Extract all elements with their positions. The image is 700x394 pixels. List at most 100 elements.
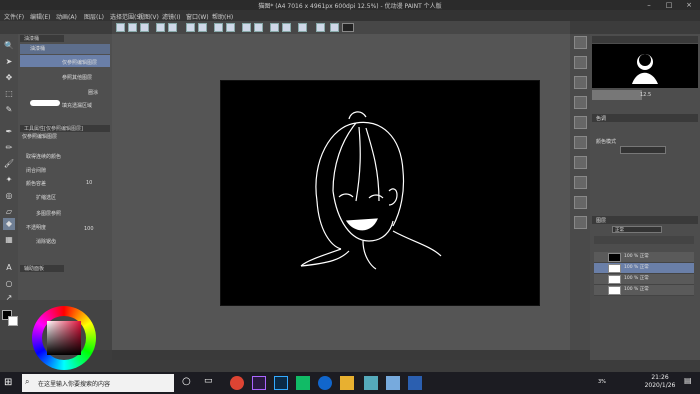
subtool-item-label[interactable]: 参照其他图层 [62, 74, 92, 81]
clip-paint-icon[interactable] [386, 376, 400, 390]
minimize-button[interactable]: – [640, 0, 658, 10]
menu-edit[interactable]: 编辑(E) [30, 12, 50, 21]
prop-close-gap[interactable]: 闭合间隙 [26, 167, 46, 174]
layer-row[interactable]: 100 % 正常 [594, 263, 694, 274]
premiere-icon[interactable] [252, 376, 266, 390]
menu-file[interactable]: 文件(F) [4, 12, 24, 21]
transform-icon[interactable] [214, 23, 223, 32]
zoom-tool-icon[interactable]: 🔍 [3, 40, 15, 52]
navigator-tab[interactable] [592, 36, 698, 43]
app-icon[interactable] [364, 376, 378, 390]
animation-icon[interactable] [574, 156, 587, 169]
notification-icon[interactable]: ▤ [684, 376, 694, 390]
layer-row[interactable]: 100 % 正常 [594, 274, 694, 285]
prop-expand[interactable]: 扩缩选区 [36, 194, 56, 201]
drawing-canvas[interactable] [220, 80, 540, 306]
eraser-tool-icon[interactable]: ▱ [3, 206, 15, 218]
menu-filter[interactable]: 滤镜(I) [162, 12, 180, 21]
battery-indicator[interactable]: 3% [598, 379, 606, 385]
edge-icon[interactable] [318, 376, 332, 390]
layer-row[interactable]: 100 % 正常 [594, 252, 694, 263]
pen-tool-icon[interactable]: ✒ [3, 126, 15, 138]
close-button[interactable]: × [680, 0, 698, 10]
layer-row[interactable]: 100 % 正常 [594, 285, 694, 296]
tutorial-icon[interactable] [330, 23, 339, 32]
system-clock[interactable]: 21:26 2020/1/26 [640, 374, 680, 390]
search-layer-icon[interactable] [574, 136, 587, 149]
prop-tolerance[interactable]: 颜色容差 [26, 180, 46, 187]
material-icon[interactable] [574, 116, 587, 129]
assist-panel-tab[interactable]: 辅助面板 [20, 265, 64, 272]
blend-tool-icon[interactable]: ◎ [3, 190, 15, 202]
layer-icon[interactable] [298, 23, 307, 32]
prop-contiguous[interactable]: 取得连续的颜色 [26, 153, 61, 160]
prop-multi-layer[interactable]: 多图层参照 [36, 210, 61, 217]
menu-animation[interactable]: 动画(A) [56, 12, 77, 21]
color-mode-select[interactable] [620, 146, 666, 154]
fill-icon[interactable] [198, 23, 207, 32]
color-square[interactable] [47, 321, 81, 355]
gradient-tool-icon[interactable]: ▦ [3, 234, 15, 246]
word-icon[interactable] [408, 376, 422, 390]
subtool-item-label[interactable]: 填充透漏区域 [62, 102, 92, 109]
snap-special-icon[interactable] [282, 23, 291, 32]
open-file-icon[interactable] [128, 23, 137, 32]
navigator-preview[interactable] [592, 44, 698, 88]
color-history-icon[interactable] [574, 76, 587, 89]
navigator-icon[interactable] [574, 36, 587, 49]
task-view-icon[interactable]: ▭ [204, 376, 218, 390]
snap-grid-icon[interactable] [270, 23, 279, 32]
eyedropper-tool-icon[interactable]: ✎ [3, 104, 15, 116]
app-icon[interactable] [296, 376, 310, 390]
airbrush-tool-icon[interactable]: ✦ [3, 174, 15, 186]
color-set-icon[interactable] [574, 56, 587, 69]
layer-property-icon[interactable] [574, 96, 587, 109]
layer-tab[interactable]: 图层 [596, 217, 606, 224]
app-icon[interactable] [230, 376, 244, 390]
sub-color-swatch[interactable] [8, 316, 18, 326]
navigator-thumbnail [632, 54, 658, 84]
windows-start-icon[interactable]: ⊞ [4, 377, 16, 389]
text-tool-icon[interactable]: A [3, 262, 15, 274]
item-bank-icon[interactable] [574, 176, 587, 189]
subtool-item-label[interactable]: 圈涂 [88, 89, 98, 96]
window-title: 猫图* (A4 7016 x 4961px 600dpi 12.5%) - 优动… [258, 3, 442, 10]
redo-icon[interactable] [168, 23, 177, 32]
cortana-icon[interactable]: ○ [182, 376, 196, 390]
menu-view[interactable]: 视图(V) [138, 12, 159, 21]
auto-action-icon[interactable] [574, 216, 587, 229]
brush-tool-icon[interactable]: 🖌 [3, 158, 15, 170]
move-tool-icon[interactable]: ✥ [3, 72, 15, 84]
balloon-tool-icon[interactable]: ○ [3, 278, 15, 290]
file-explorer-icon[interactable] [340, 376, 354, 390]
color-tab[interactable]: 色调 [596, 115, 606, 122]
undo-icon[interactable] [156, 23, 165, 32]
menu-window[interactable]: 窗口(W) [186, 12, 209, 21]
selection-tool-icon[interactable]: ⬚ [3, 88, 15, 100]
pencil-tool-icon[interactable]: ✏ [3, 142, 15, 154]
fill-tool-icon[interactable]: ◆ [3, 218, 15, 230]
maximize-button[interactable]: □ [660, 0, 678, 10]
photoshop-icon[interactable] [274, 376, 288, 390]
operation-tool-icon[interactable]: ➤ [3, 56, 15, 68]
history-icon[interactable] [574, 196, 587, 209]
layer-toolbar [594, 236, 694, 244]
cloud-icon[interactable] [316, 23, 325, 32]
deselect-icon[interactable] [226, 23, 235, 32]
sub-tool-tab[interactable]: 油漆桶 [20, 35, 64, 42]
blend-mode-select[interactable]: 正常 [612, 226, 662, 233]
invert-selection-icon[interactable] [242, 23, 251, 32]
snap-ruler-icon[interactable] [254, 23, 263, 32]
menu-layer[interactable]: 图层(L) [84, 12, 104, 21]
menu-help[interactable]: 帮助(H) [212, 12, 233, 21]
settings-icon[interactable] [342, 23, 354, 32]
prop-opacity[interactable]: 不透明度 [26, 224, 46, 231]
tool-property-tab[interactable]: 工具属性[仅参照编辑图层] [20, 125, 110, 132]
canvas-scrollbar[interactable] [112, 350, 570, 360]
zoom-value: 12.5 [640, 92, 652, 98]
prop-antialias[interactable]: 消除锯齿 [36, 238, 56, 245]
save-icon[interactable] [140, 23, 149, 32]
clear-icon[interactable] [186, 23, 195, 32]
new-file-icon[interactable] [116, 23, 125, 32]
zoom-slider[interactable] [592, 90, 642, 100]
